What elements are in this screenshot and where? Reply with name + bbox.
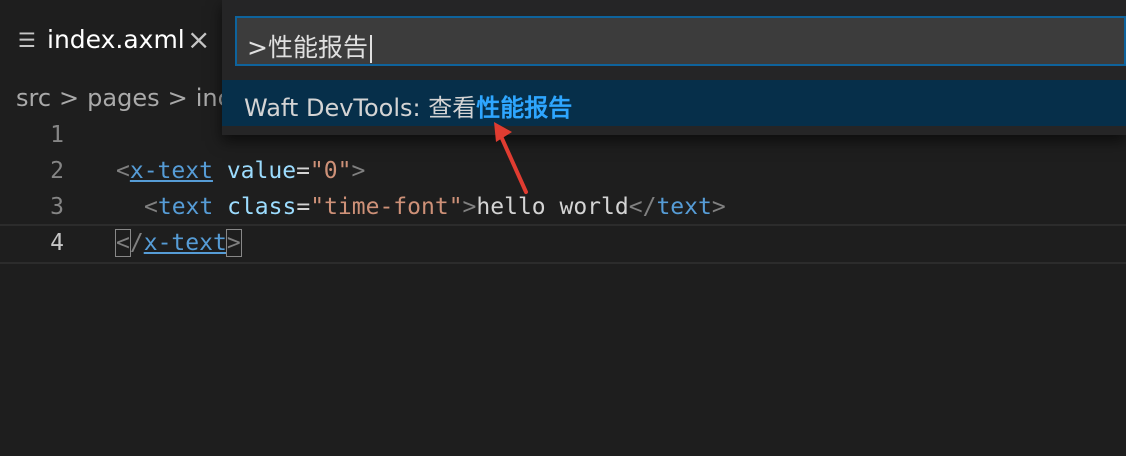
bracket: < — [144, 194, 158, 220]
chevron-right-icon: > — [59, 84, 80, 112]
code-content: <text class="time-font">hello world</tex… — [144, 194, 726, 220]
tag-name: text — [656, 194, 712, 220]
breadcrumb-item-src[interactable]: src — [16, 84, 51, 112]
code-line-current[interactable]: 4 </x-text> — [0, 224, 1126, 264]
line-number: 2 — [50, 158, 64, 184]
bracket: < — [116, 158, 130, 184]
line-number: 3 — [50, 194, 64, 220]
red-arrow-annotation-icon — [494, 122, 528, 194]
code-content: <x-text value="0"> — [116, 158, 365, 184]
bracket: > — [351, 158, 366, 184]
command-input-value: >性能报告 — [247, 28, 372, 64]
attribute-value: "0" — [309, 158, 352, 184]
code-editor[interactable]: 1 2 <x-text value="0"> 3 <text class="ti… — [0, 117, 1126, 456]
code-line[interactable]: 3 <text class="time-font">hello world</t… — [0, 190, 1126, 226]
equals: = — [296, 194, 311, 220]
tag-name: x-text — [129, 158, 213, 184]
command-result-item[interactable]: Waft DevTools: 查看性能报告 — [222, 80, 1126, 126]
equals: = — [296, 158, 310, 184]
result-prefix: Waft DevTools: 查看 — [244, 94, 477, 122]
tab-index-axml[interactable]: ☰ index.axml × — [0, 0, 222, 78]
attribute-name: value — [226, 158, 297, 184]
bracket-match: > — [225, 229, 242, 257]
command-result-label: Waft DevTools: 查看性能报告 — [244, 88, 572, 123]
attribute-value: "time-font" — [310, 194, 463, 220]
menu-lines-icon: ☰ — [18, 28, 36, 52]
close-icon[interactable]: × — [187, 23, 210, 56]
tag-name: text — [157, 194, 214, 220]
result-match-highlight: 性能报告 — [476, 94, 573, 122]
attribute-name: class — [227, 194, 297, 220]
line-number: 1 — [50, 122, 64, 148]
text-caret — [369, 35, 372, 63]
tab-label: index.axml — [47, 25, 185, 54]
command-palette: >性能报告 Waft DevTools: 查看性能报告 — [222, 0, 1126, 135]
bracket: </ — [628, 194, 657, 220]
bracket: > — [462, 194, 477, 220]
breadcrumb-item-pages[interactable]: pages — [87, 84, 159, 112]
slash: / — [129, 230, 144, 256]
code-line[interactable]: 2 <x-text value="0"> — [0, 154, 1126, 190]
command-palette-input[interactable]: >性能报告 — [235, 16, 1126, 66]
tag-name: x-text — [143, 230, 227, 256]
breadcrumb: src > pages > inc — [16, 84, 231, 112]
bracket-match: < — [115, 229, 131, 257]
chevron-right-icon: > — [167, 84, 188, 112]
bracket: > — [711, 194, 726, 220]
line-number: 4 — [50, 230, 64, 256]
code-content: </x-text> — [115, 229, 242, 257]
